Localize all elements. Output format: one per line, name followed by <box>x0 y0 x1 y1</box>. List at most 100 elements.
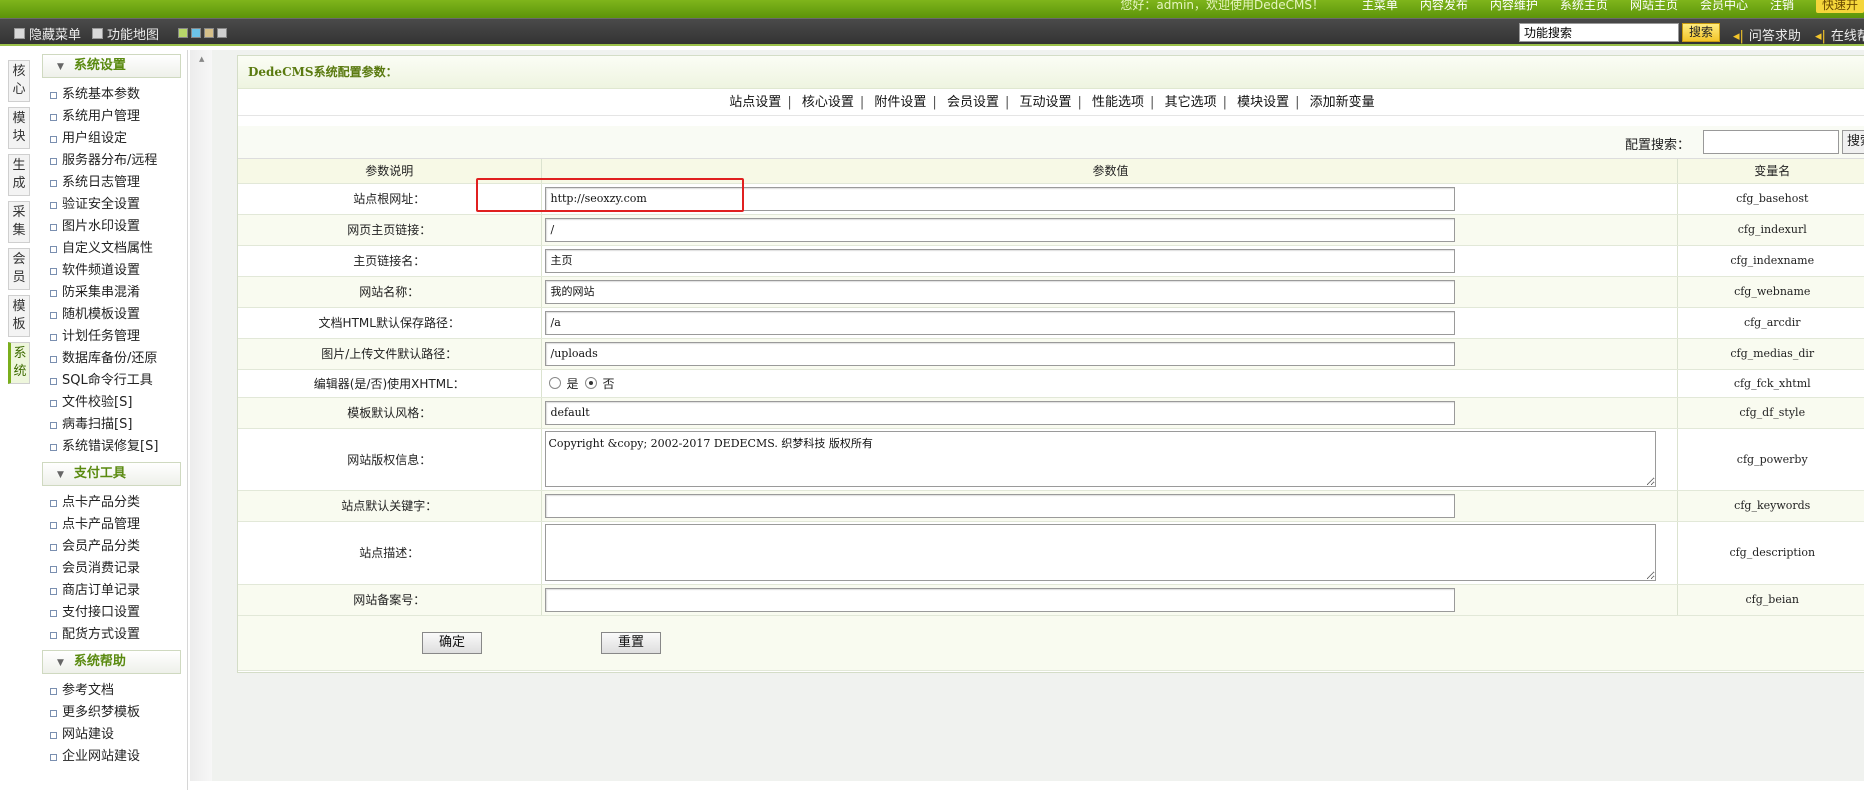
table-row: 图片/上传文件默认路径： /uploads cfg_medias_dir <box>238 338 1864 370</box>
medias-dir-input[interactable]: /uploads <box>544 341 1455 366</box>
sidebar-item[interactable]: 网站建设 <box>38 724 187 746</box>
sidebar-item[interactable]: 系统日志管理 <box>38 172 187 194</box>
table-row: 网站备案号： cfg_beian <box>238 584 1864 616</box>
sidebar-item[interactable]: 会员产品分类 <box>38 536 187 558</box>
top-link-site-home[interactable]: 网站主页 <box>1630 0 1678 13</box>
nav-other-options[interactable]: 其它选项 <box>1165 95 1217 110</box>
sidebar-item[interactable]: 支付接口设置 <box>38 602 187 624</box>
sidebar-item[interactable]: 企业网站建设 <box>38 746 187 768</box>
nav-attachment-settings[interactable]: 附件设置 <box>874 95 926 110</box>
sidebar-section-system-settings: ▼ 系统设置 系统基本参数 系统用户管理 用户组设定 服务器分布/远程 系统日志管… <box>38 54 187 458</box>
variable-name: cfg_keywords <box>1677 490 1864 522</box>
sidebar-item[interactable]: 软件频道设置 <box>38 260 187 282</box>
vtab-generate[interactable]: 生成 <box>8 154 30 196</box>
nav-site-settings[interactable]: 站点设置 <box>729 95 781 110</box>
column-header-variable: 变量名 <box>1677 159 1864 184</box>
sidebar-item[interactable]: 数据库备份/还原 <box>38 348 187 370</box>
powerby-textarea[interactable]: Copyright &copy; 2002-2017 DEDECMS. 织梦科技… <box>544 431 1656 487</box>
xhtml-yes-radio[interactable] <box>548 377 561 389</box>
arcdir-input[interactable]: /a <box>544 310 1455 335</box>
config-panel: DedeCMS系统配置参数： 站点设置 | 核心设置 | 附件设置 | 会员设置 | 互… <box>237 55 1864 673</box>
table-row: 主页链接名： 主页 cfg_indexname <box>238 245 1864 277</box>
vtab-collect[interactable]: 采集 <box>8 201 30 243</box>
table-header-row: 参数说明 参数值 变量名 <box>238 159 1864 184</box>
vtab-core[interactable]: 核心 <box>8 60 30 102</box>
indexurl-input[interactable]: / <box>544 217 1455 242</box>
variable-name: cfg_fck_xhtml <box>1677 369 1864 398</box>
confirm-button[interactable]: 确定 <box>422 631 482 654</box>
sidebar-item[interactable]: 系统用户管理 <box>38 106 187 128</box>
hide-menu-button[interactable]: 隐藏菜单 <box>14 24 81 43</box>
sidebar-item[interactable]: 系统基本参数 <box>38 84 187 106</box>
function-search-button[interactable]: 搜索 <box>1682 23 1720 42</box>
sidebar-item[interactable]: 验证安全设置 <box>38 194 187 216</box>
sidebar-item[interactable]: 计划任务管理 <box>38 326 187 348</box>
help-link[interactable]: ◂| 问答求助 <box>1733 25 1801 44</box>
config-search-button[interactable]: 搜索 <box>1842 130 1864 154</box>
reset-button[interactable]: 重置 <box>601 631 661 654</box>
skin-swatches <box>178 28 227 38</box>
sidebar-section-header[interactable]: ▼ 系统帮助 <box>42 650 181 674</box>
sidebar-item[interactable]: 点卡产品管理 <box>38 514 187 536</box>
sidebar-item[interactable]: 会员消费记录 <box>38 558 187 580</box>
top-link-maintain[interactable]: 内容维护 <box>1490 0 1538 13</box>
vtab-system[interactable]: 系统 <box>8 342 30 384</box>
top-link-main-menu[interactable]: 主菜单 <box>1362 0 1398 13</box>
sidebar-item[interactable]: 服务器分布/远程 <box>38 150 187 172</box>
sidebar-item[interactable]: 更多织梦模板 <box>38 702 187 724</box>
variable-name: cfg_webname <box>1677 276 1864 308</box>
menu-splitter[interactable]: ▲ <box>190 50 212 781</box>
config-search-input[interactable] <box>1703 130 1839 154</box>
sidebar-section-header[interactable]: ▼ 支付工具 <box>42 462 181 486</box>
sidebar-item[interactable]: 商店订单记录 <box>38 580 187 602</box>
nav-module-settings[interactable]: 模块设置 <box>1237 95 1289 110</box>
nav-core-settings[interactable]: 核心设置 <box>802 95 854 110</box>
vtab-template[interactable]: 模板 <box>8 295 30 337</box>
sidebar-item[interactable]: 病毒扫描[S] <box>38 414 187 436</box>
vtab-module[interactable]: 模块 <box>8 107 30 149</box>
xhtml-no-radio[interactable] <box>584 377 597 389</box>
online-help-link[interactable]: ◂| 在线帮 <box>1815 25 1864 44</box>
nav-performance-options[interactable]: 性能选项 <box>1092 95 1144 110</box>
top-link-system-home[interactable]: 系统主页 <box>1560 0 1608 13</box>
sidebar-item[interactable]: 系统错误修复[S] <box>38 436 187 458</box>
sidebar-menu: ▼ 系统设置 系统基本参数 系统用户管理 用户组设定 服务器分布/远程 系统日志管… <box>38 50 188 790</box>
nav-interaction-settings[interactable]: 互动设置 <box>1019 95 1071 110</box>
sidebar-item[interactable]: 防采集串混淆 <box>38 282 187 304</box>
beian-input[interactable] <box>544 587 1455 612</box>
vtab-member[interactable]: 会员 <box>8 248 30 290</box>
sidebar-item[interactable]: 点卡产品分类 <box>38 492 187 514</box>
sidebar-item[interactable]: 文件校验[S] <box>38 392 187 414</box>
webname-input[interactable]: 我的网站 <box>544 279 1455 304</box>
variable-name: cfg_indexname <box>1677 245 1864 277</box>
nav-member-settings[interactable]: 会员设置 <box>947 95 999 110</box>
top-link-publish[interactable]: 内容发布 <box>1420 0 1468 13</box>
basehost-input[interactable]: http://seoxzy.com <box>544 186 1455 211</box>
param-label: 网站名称： <box>238 276 542 308</box>
sidebar-section-header[interactable]: ▼ 系统设置 <box>42 54 181 78</box>
sidebar-item[interactable]: 自定义文档属性 <box>38 238 187 260</box>
skin-swatch-gray[interactable] <box>217 28 227 38</box>
sidebar-item[interactable]: 图片水印设置 <box>38 216 187 238</box>
sidebar-item[interactable]: 参考文档 <box>38 680 187 702</box>
section-title: 系统设置 <box>73 58 126 73</box>
sidebar-item[interactable]: 用户组设定 <box>38 128 187 150</box>
skin-swatch-blue[interactable] <box>191 28 201 38</box>
function-search-input[interactable] <box>1519 23 1679 42</box>
indexname-input[interactable]: 主页 <box>544 248 1455 273</box>
keywords-input[interactable] <box>544 493 1455 518</box>
top-link-logout[interactable]: 注销 <box>1770 0 1794 13</box>
nav-add-variable[interactable]: 添加新变量 <box>1310 95 1375 110</box>
config-nav: 站点设置 | 核心设置 | 附件设置 | 会员设置 | 互动设置 | 性能选项 | 其它选项… <box>238 89 1864 116</box>
function-map-button[interactable]: 功能地图 <box>92 24 159 43</box>
sidebar-item[interactable]: 随机模板设置 <box>38 304 187 326</box>
df-style-input[interactable]: default <box>544 400 1455 425</box>
sidebar-item[interactable]: 配货方式设置 <box>38 624 187 646</box>
top-link-quick[interactable]: 快速开 <box>1815 0 1864 13</box>
skin-swatch-green[interactable] <box>178 28 188 38</box>
description-textarea[interactable] <box>544 524 1656 581</box>
top-link-member-center[interactable]: 会员中心 <box>1700 0 1748 13</box>
param-label: 主页链接名： <box>238 245 542 277</box>
skin-swatch-tan[interactable] <box>204 28 214 38</box>
sidebar-item[interactable]: SQL命令行工具 <box>38 370 187 392</box>
